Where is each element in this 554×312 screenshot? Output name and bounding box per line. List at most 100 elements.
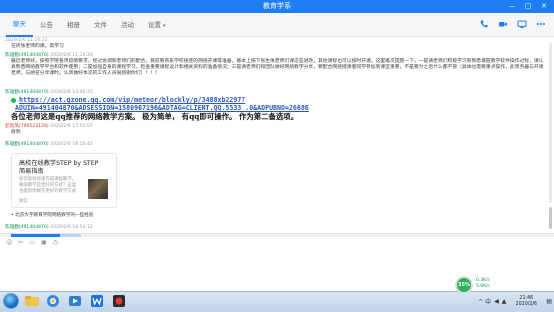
bullet-icon: •	[11, 213, 14, 218]
message-text: 最近老师好，按照学院各项疫情要求，经过协调和老师们的配合，目前教育系学校接连的网…	[11, 59, 544, 76]
tab-album[interactable]: 相册	[60, 13, 87, 37]
wps-icon	[91, 295, 103, 307]
input-divider	[0, 233, 554, 237]
message-link[interactable]: https://act.qzone.qq.com/vip/meteor/bloc…	[16, 96, 245, 104]
taskbar-app-video[interactable]	[110, 293, 128, 309]
message-link-continued[interactable]: ADUIN=491404870&ADSESSION=1580967196&ADT…	[5, 104, 545, 112]
folder-icon	[25, 296, 39, 306]
message-text: 在听张老师的课。高学习	[11, 44, 64, 49]
message-text-content: 北京大学教育学院网络教学的一些经验	[15, 213, 94, 218]
upload-progress	[11, 234, 81, 237]
sender-id: (491404870)	[18, 142, 49, 147]
message-text: • 北京大学教育学院网络教学的一些经验	[5, 213, 545, 219]
message: 2020/2/6 11:16:22 在听张老师的课。高学习	[5, 38, 545, 50]
message: 陈雄勤(491404870) 2020/2/6 18:16:42	[5, 142, 545, 148]
maximize-button[interactable]: □	[521, 1, 535, 11]
message: 陈雄勤(491404870) 2020/2/6 18:54:12	[5, 225, 545, 231]
network-icon[interactable]: ▲	[502, 298, 507, 305]
message: 陈雄勤(491404870) 2020/2/6 11:16:26 最近老师好，按…	[5, 53, 545, 77]
start-button[interactable]	[3, 293, 19, 309]
media-icon	[69, 296, 81, 306]
message-header: 陈雄勤(491404870) 2020/2/6 18:16:42	[5, 142, 545, 148]
message: 陈雄勤(491404870) 2020/2/6 13:46:25 https:/…	[5, 90, 545, 122]
message: 彭凯凤(799523128) 2020/2/6 13:55:07 收到	[5, 124, 545, 136]
taskbar-app-media[interactable]	[66, 293, 84, 309]
window-title: 教育学系	[263, 2, 291, 10]
message-emphasis: 各位老师这是qq推荐的网络教学方案。 极为简单， 有qq即可操作。 作为第二备选…	[5, 112, 545, 122]
input-toolbar: ☺ ✂ ▭ ▣ ◷	[6, 239, 58, 247]
sender-name[interactable]: 彭凯凤	[5, 124, 19, 129]
sender-name[interactable]: 陈雄勤	[5, 142, 19, 147]
title-bar: 教育学系 — □ ✕	[0, 0, 554, 13]
tab-announcement[interactable]: 公告	[33, 13, 60, 37]
card-source: 微信	[19, 199, 28, 204]
message-text: 收到	[11, 130, 21, 135]
message-time: 2020/2/6 18:54:12	[50, 225, 93, 230]
upload-progress-fill	[11, 234, 60, 237]
chevron-down-icon: ▾	[163, 22, 166, 29]
message-time: 2020/2/6 11:16:22	[5, 38, 48, 43]
browser-icon	[47, 295, 59, 307]
more-icon[interactable]	[535, 19, 546, 30]
sender-name[interactable]: 陈雄勤	[5, 225, 19, 230]
tab-label: 聊天	[13, 20, 26, 28]
toolbar-icons	[478, 19, 546, 30]
battery-indicator[interactable]: 35%	[455, 276, 473, 294]
system-tray: ^ 中 ◀ ▲ 21:46 2020/2/6 ▤	[478, 292, 552, 311]
tab-label: 文件	[94, 21, 107, 29]
message-time: 2020/2/6 13:46:25	[50, 90, 93, 95]
tab-label: 活动	[121, 21, 134, 29]
sender-id: (491404870)	[18, 225, 49, 230]
emoji-icon[interactable]: ☺	[6, 239, 12, 247]
chat-scrollbar-track[interactable]	[549, 43, 552, 203]
tab-label: 相册	[67, 21, 80, 29]
notification-icon[interactable]: ▤	[546, 298, 552, 305]
sender-id: (491404870)	[18, 90, 49, 95]
message-time: 2020/2/6 13:55:07	[50, 124, 93, 129]
video-icon[interactable]	[497, 19, 508, 30]
link-row: https://act.qzone.qq.com/vip/meteor/bloc…	[5, 96, 545, 104]
sender-name[interactable]: 陈雄勤	[5, 53, 19, 58]
app-window: 教育学系 — □ ✕ 聊天 公告 相册 文件 活动 设置 ▾ 2020/2/6 …	[0, 0, 554, 312]
tab-settings[interactable]: 设置 ▾	[141, 13, 173, 38]
card-description: 如何高效快速完成课程教学，确保教学是更好的方式？这里也能帮你解答更好的教学方式	[19, 177, 77, 194]
network-speed: 0.3K/s 5.6K/s	[476, 278, 490, 290]
clock-date: 2020/2/6	[515, 301, 538, 307]
message-time: 2020/2/6 11:16:26	[50, 53, 93, 58]
tabs: 聊天 公告 相册 文件 活动 设置 ▾	[6, 13, 173, 37]
sender-name[interactable]: 陈雄勤	[5, 90, 19, 95]
tab-activities[interactable]: 活动	[114, 13, 141, 37]
tab-chat[interactable]: 聊天	[6, 13, 33, 37]
taskbar-app-wps[interactable]	[88, 293, 106, 309]
tab-bar: 聊天 公告 相册 文件 活动 设置 ▾	[0, 13, 554, 37]
emphasis-punct: 。	[290, 112, 299, 121]
emphasis-text: 各位老师这是qq推荐的网络教学方案。 极为简单， 有qq即可操作。 作为第二备选…	[11, 112, 291, 121]
tab-files[interactable]: 文件	[87, 13, 114, 37]
close-button[interactable]: ✕	[537, 1, 551, 11]
clock[interactable]: 21:46 2020/2/6	[509, 296, 543, 308]
chat-history[interactable]: 2020/2/6 11:16:22 在听张老师的课。高学习 陈雄勤(491404…	[0, 37, 554, 233]
taskbar-app-explorer[interactable]	[23, 293, 41, 309]
sender-id: (799523128)	[18, 124, 49, 129]
scissors-icon[interactable]: ✂	[18, 239, 23, 247]
chat-scrollbar-thumb[interactable]	[549, 207, 552, 229]
tab-label: 公告	[40, 21, 53, 29]
folder-icon[interactable]: ▭	[29, 239, 35, 247]
minimize-button[interactable]: —	[505, 1, 519, 11]
sender-id: (491404870)	[18, 53, 49, 58]
screen-share-icon[interactable]	[516, 19, 527, 30]
message-input[interactable]	[0, 248, 554, 278]
message-header: 陈雄勤(491404870) 2020/2/6 18:54:12	[5, 225, 545, 231]
history-icon[interactable]: ◷	[53, 239, 58, 247]
image-icon[interactable]: ▣	[41, 239, 47, 247]
card-title: 高校在线教学STEP by STEP简易指南	[19, 160, 99, 175]
phone-icon[interactable]	[478, 19, 489, 30]
taskbar-app-browser[interactable]	[44, 293, 62, 309]
tray-input-indicator[interactable]: ^ 中	[478, 297, 491, 306]
window-controls: — □ ✕	[505, 1, 551, 11]
shared-article-card[interactable]: 高校在线教学STEP by STEP简易指南 如何高效快速完成课程教学，确保教学…	[11, 153, 117, 208]
message-time: 2020/2/6 18:16:42	[50, 142, 93, 147]
video-app-icon	[113, 295, 125, 307]
download-speed: 5.6K/s	[476, 284, 490, 289]
speaker-icon[interactable]: ◀	[494, 298, 499, 305]
